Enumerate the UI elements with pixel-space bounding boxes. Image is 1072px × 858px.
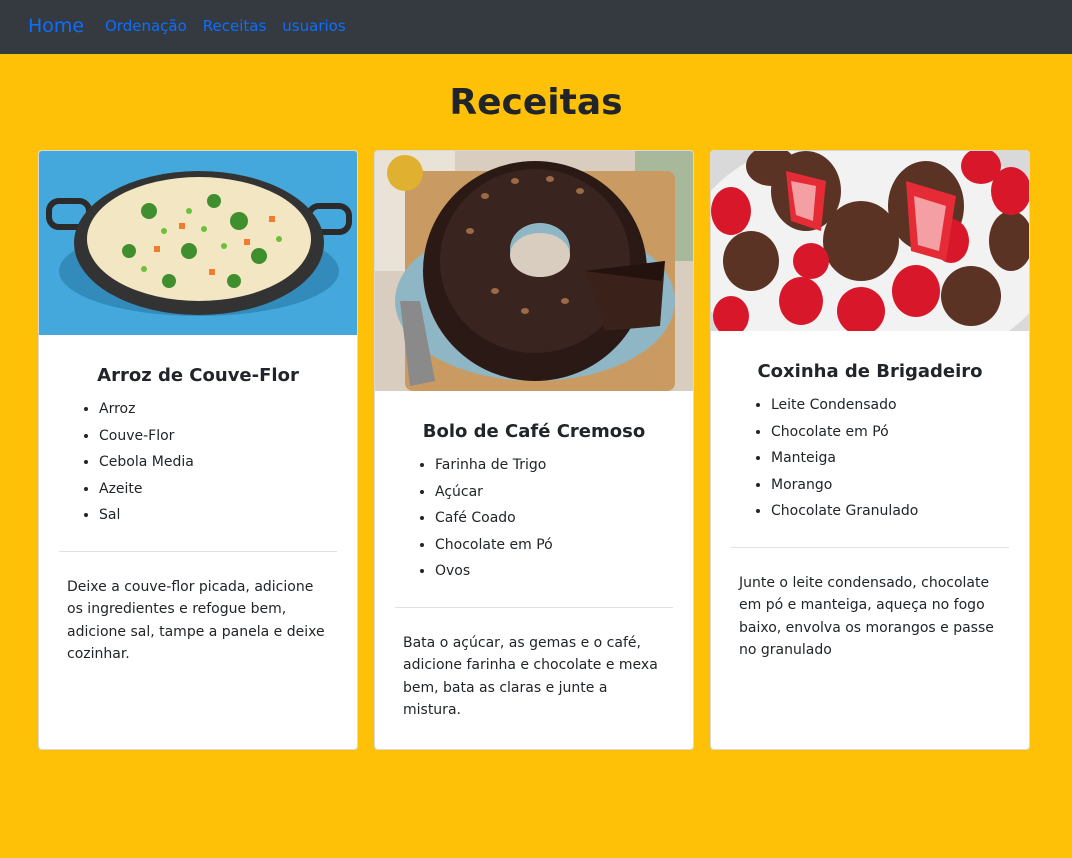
ingredient-item: Chocolate em Pó	[771, 419, 1029, 446]
ingredient-item: Chocolate Granulado	[771, 498, 1029, 525]
recipe-image-bolo	[375, 151, 693, 391]
ingredient-item: Sal	[99, 502, 357, 529]
divider	[59, 550, 337, 552]
navbar: Home Ordenação Receitas usuarios	[0, 0, 1072, 54]
ingredient-item: Couve-Flor	[99, 423, 357, 450]
recipe-title: Coxinha de Brigadeiro	[757, 361, 983, 382]
recipe-instructions: Deixe a couve-flor picada, adicione os i…	[67, 578, 325, 663]
ingredient-item: Cebola Media	[99, 449, 357, 476]
ingredient-item: Manteiga	[771, 445, 1029, 472]
recipe-card-arroz: Arroz de Couve-Flor Arroz Couve-Flor Ceb…	[38, 150, 358, 750]
nav-link-ordenacao[interactable]: Ordenação	[105, 17, 187, 35]
page-title: Receitas	[449, 82, 623, 123]
ingredient-item: Café Coado	[435, 505, 693, 532]
ingredient-item: Azeite	[99, 476, 357, 503]
recipe-instructions: Junte o leite condensado, chocolate em p…	[739, 574, 994, 659]
ingredient-item: Farinha de Trigo	[435, 452, 693, 479]
ingredient-list: Leite Condensado Chocolate em Pó Manteig…	[771, 392, 1029, 525]
ingredient-item: Açúcar	[435, 479, 693, 506]
recipe-title: Arroz de Couve-Flor	[97, 365, 299, 386]
recipe-image-arroz	[39, 151, 357, 335]
nav-links: Ordenação Receitas usuarios	[105, 17, 346, 35]
ingredient-item: Ovos	[435, 558, 693, 585]
recipe-instructions: Bata o açúcar, as gemas e o café, adicio…	[403, 634, 658, 719]
divider	[395, 606, 673, 608]
recipe-image-coxinha	[711, 151, 1029, 331]
ingredient-item: Leite Condensado	[771, 392, 1029, 419]
divider	[731, 546, 1009, 548]
ingredient-item: Arroz	[99, 396, 357, 423]
nav-link-receitas[interactable]: Receitas	[203, 17, 267, 35]
ingredient-item: Chocolate em Pó	[435, 532, 693, 559]
nav-home-link[interactable]: Home	[28, 15, 84, 37]
nav-link-usuarios[interactable]: usuarios	[282, 17, 345, 35]
recipe-card-coxinha: Coxinha de Brigadeiro Leite Condensado C…	[710, 150, 1030, 750]
ingredient-list: Arroz Couve-Flor Cebola Media Azeite Sal	[99, 396, 357, 529]
recipe-title: Bolo de Café Cremoso	[422, 421, 646, 442]
recipe-card-bolo: Bolo de Café Cremoso Farinha de Trigo Aç…	[374, 150, 694, 750]
ingredient-item: Morango	[771, 472, 1029, 499]
ingredient-list: Farinha de Trigo Açúcar Café Coado Choco…	[435, 452, 693, 585]
